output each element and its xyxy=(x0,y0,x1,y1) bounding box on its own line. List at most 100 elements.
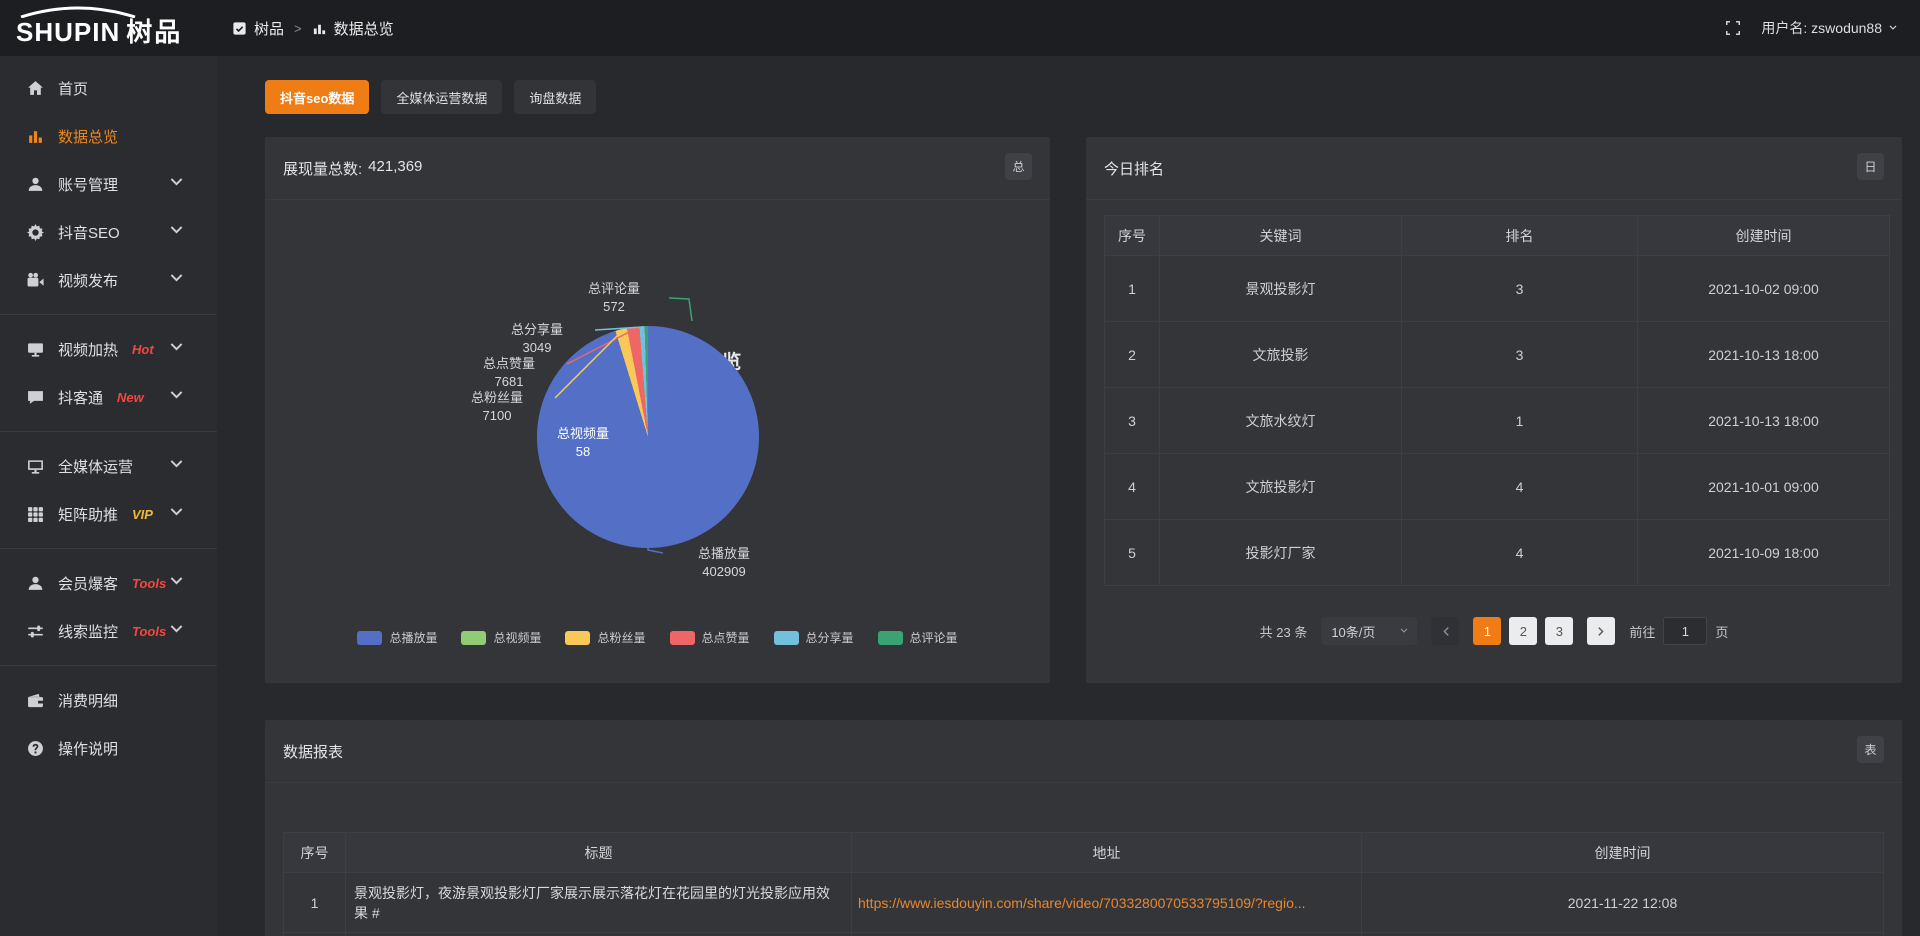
sidebar-item-badge: Tools xyxy=(132,576,166,591)
sidebar-item-label: 抖音SEO xyxy=(58,222,120,243)
breadcrumb-label: 树品 xyxy=(254,18,284,39)
app-root: SHUPIN树品 树品 > 数据总览 用户名: zswodun88 首页数据总览… xyxy=(0,0,1920,936)
pagination-next-button[interactable] xyxy=(1587,617,1615,645)
goto-page-input[interactable] xyxy=(1663,617,1707,645)
rank-cell: 1 xyxy=(1105,256,1160,322)
breadcrumb-item-current[interactable]: 数据总览 xyxy=(312,18,394,39)
legend-item[interactable]: 总粉丝量 xyxy=(565,629,645,646)
report-cell-time: 2021-11-22 12:08 xyxy=(1362,873,1884,933)
chevron-left-icon xyxy=(1439,625,1452,638)
rank-column-header: 创建时间 xyxy=(1638,216,1890,256)
sidebar-item-video-heat[interactable]: 视频加热Hot xyxy=(0,325,217,373)
breadcrumb-separator: > xyxy=(294,21,302,36)
report-panel: 数据报表 表 序号标题地址创建时间 1景观投影灯，夜游景观投影灯厂家展示展示落花… xyxy=(265,720,1902,936)
page-size-select[interactable]: 10条/页 xyxy=(1321,617,1417,645)
overview-badge-button[interactable]: 总 xyxy=(1005,153,1032,180)
legend-label: 总点赞量 xyxy=(702,629,750,646)
sidebar-item-label: 矩阵助推 xyxy=(58,504,118,525)
legend-item[interactable]: 总评论量 xyxy=(878,629,958,646)
rank-badge-button[interactable]: 日 xyxy=(1857,153,1884,180)
tab-media-ops-data[interactable]: 全媒体运营数据 xyxy=(381,80,502,114)
report-column-header: 创建时间 xyxy=(1362,833,1884,873)
tab-inquiry-data[interactable]: 询盘数据 xyxy=(514,80,596,114)
sidebar-item-video-publish[interactable]: 视频发布 xyxy=(0,256,217,304)
sidebar-item-label: 视频发布 xyxy=(58,270,118,291)
legend-label: 总粉丝量 xyxy=(597,629,645,646)
sidebar-item-label: 账号管理 xyxy=(58,174,118,195)
report-cell-index: 1 xyxy=(284,873,346,933)
sidebar-item-media-ops[interactable]: 全媒体运营 xyxy=(0,442,217,490)
top-header: SHUPIN树品 树品 > 数据总览 用户名: zswodun88 xyxy=(0,0,1920,56)
breadcrumb-item-home[interactable]: 树品 xyxy=(232,18,284,39)
rank-cell: 3 xyxy=(1402,322,1638,388)
report-table: 序号标题地址创建时间 1景观投影灯，夜游景观投影灯厂家展示展示落花灯在花园里的灯… xyxy=(283,832,1884,936)
sidebar-item-badge: New xyxy=(117,390,144,405)
report-column-header: 地址 xyxy=(852,833,1362,873)
monitor-icon xyxy=(27,458,44,475)
sidebar-item-clue-monitor[interactable]: 线索监控Tools xyxy=(0,607,217,655)
rank-cell: 2 xyxy=(1105,322,1160,388)
logo-text-en: SHUPIN xyxy=(16,17,120,47)
sidebar-item-badge: Tools xyxy=(132,624,166,639)
legend-swatch xyxy=(565,631,590,645)
chevron-down-icon xyxy=(168,387,185,404)
chevron-down-icon xyxy=(168,339,185,356)
chat-icon xyxy=(27,389,44,406)
tab-douyin-seo-data[interactable]: 抖音seo数据 xyxy=(265,80,369,114)
sidebar-item-doukotong[interactable]: 抖客通New xyxy=(0,373,217,421)
legend-swatch xyxy=(357,631,382,645)
fullscreen-icon[interactable] xyxy=(1725,20,1741,36)
rank-panel: 今日排名 日 序号关键词排名创建时间 1景观投影灯32021-10-02 09:… xyxy=(1086,137,1902,683)
rank-cell: 4 xyxy=(1105,454,1160,520)
sidebar-item-badge: VIP xyxy=(132,507,153,522)
report-table-header-row: 序号标题地址创建时间 xyxy=(284,833,1884,873)
chevron-down-icon xyxy=(168,573,185,590)
pie-label-videos: 总视频量58 xyxy=(528,425,638,461)
pagination-goto: 前往 页 xyxy=(1629,617,1728,645)
report-badge-button[interactable]: 表 xyxy=(1857,736,1884,763)
logo[interactable]: SHUPIN树品 xyxy=(16,6,216,46)
sidebar-item-account-manage[interactable]: 账号管理 xyxy=(0,160,217,208)
sidebar-item-member-leads[interactable]: 会员爆客Tools xyxy=(0,559,217,607)
chevron-down-icon xyxy=(168,222,185,239)
sidebar-item-home[interactable]: 首页 xyxy=(0,64,217,112)
chevron-down-icon xyxy=(168,621,185,638)
chevron-right-icon xyxy=(1595,625,1608,638)
pagination-page-2[interactable]: 2 xyxy=(1509,617,1537,645)
chart-bars-icon xyxy=(27,128,44,145)
rank-cell: 文旅投影灯 xyxy=(1160,454,1402,520)
legend-item[interactable]: 总播放量 xyxy=(357,629,437,646)
rank-cell: 2021-10-13 18:00 xyxy=(1638,388,1890,454)
sidebar-item-data-overview[interactable]: 数据总览 xyxy=(0,112,217,160)
pie-label-plays: 总播放量402909 xyxy=(669,545,779,581)
legend-item[interactable]: 总分享量 xyxy=(774,629,854,646)
sidebar-divider xyxy=(0,548,217,549)
legend-item[interactable]: 总点赞量 xyxy=(670,629,750,646)
logo-text-cn: 树品 xyxy=(126,17,182,47)
pie-label-likes: 总点赞量7681 xyxy=(454,355,564,391)
sidebar-item-badge: Hot xyxy=(132,342,154,357)
sidebar-item-help[interactable]: 操作说明 xyxy=(0,724,217,772)
chevron-down-icon xyxy=(168,270,185,287)
legend-item[interactable]: 总视频量 xyxy=(461,629,541,646)
sidebar-item-matrix-boost[interactable]: 矩阵助推 VIP xyxy=(0,490,217,538)
video-link[interactable]: https://www.iesdouyin.com/share/video/70… xyxy=(858,895,1306,911)
pagination-prev-button[interactable] xyxy=(1431,617,1459,645)
sidebar-item-spend-details[interactable]: 消费明细 xyxy=(0,676,217,724)
legend-label: 总视频量 xyxy=(493,629,541,646)
pagination-page-1[interactable]: 1 xyxy=(1473,617,1501,645)
rank-cell: 投影灯厂家 xyxy=(1160,520,1402,586)
wallet-icon xyxy=(27,692,44,709)
rank-cell: 3 xyxy=(1105,388,1160,454)
impressions-total-label: 展现量总数: xyxy=(283,158,362,179)
user-menu[interactable]: 用户名: zswodun88 xyxy=(1761,18,1898,38)
overview-panel: 展现量总数: 421,369 总 D音SEO数据量总览 总评论量572 总分享量… xyxy=(265,137,1050,683)
rank-column-header: 序号 xyxy=(1105,216,1160,256)
sidebar-item-douyin-seo[interactable]: 抖音SEO xyxy=(0,208,217,256)
report-column-header: 标题 xyxy=(346,833,852,873)
rank-cell: 景观投影灯 xyxy=(1160,256,1402,322)
report-panel-header: 数据报表 xyxy=(265,720,1902,783)
rank-table-row: 2文旅投影32021-10-13 18:00 xyxy=(1105,322,1890,388)
pagination-page-3[interactable]: 3 xyxy=(1545,617,1573,645)
rank-cell: 1 xyxy=(1402,388,1638,454)
